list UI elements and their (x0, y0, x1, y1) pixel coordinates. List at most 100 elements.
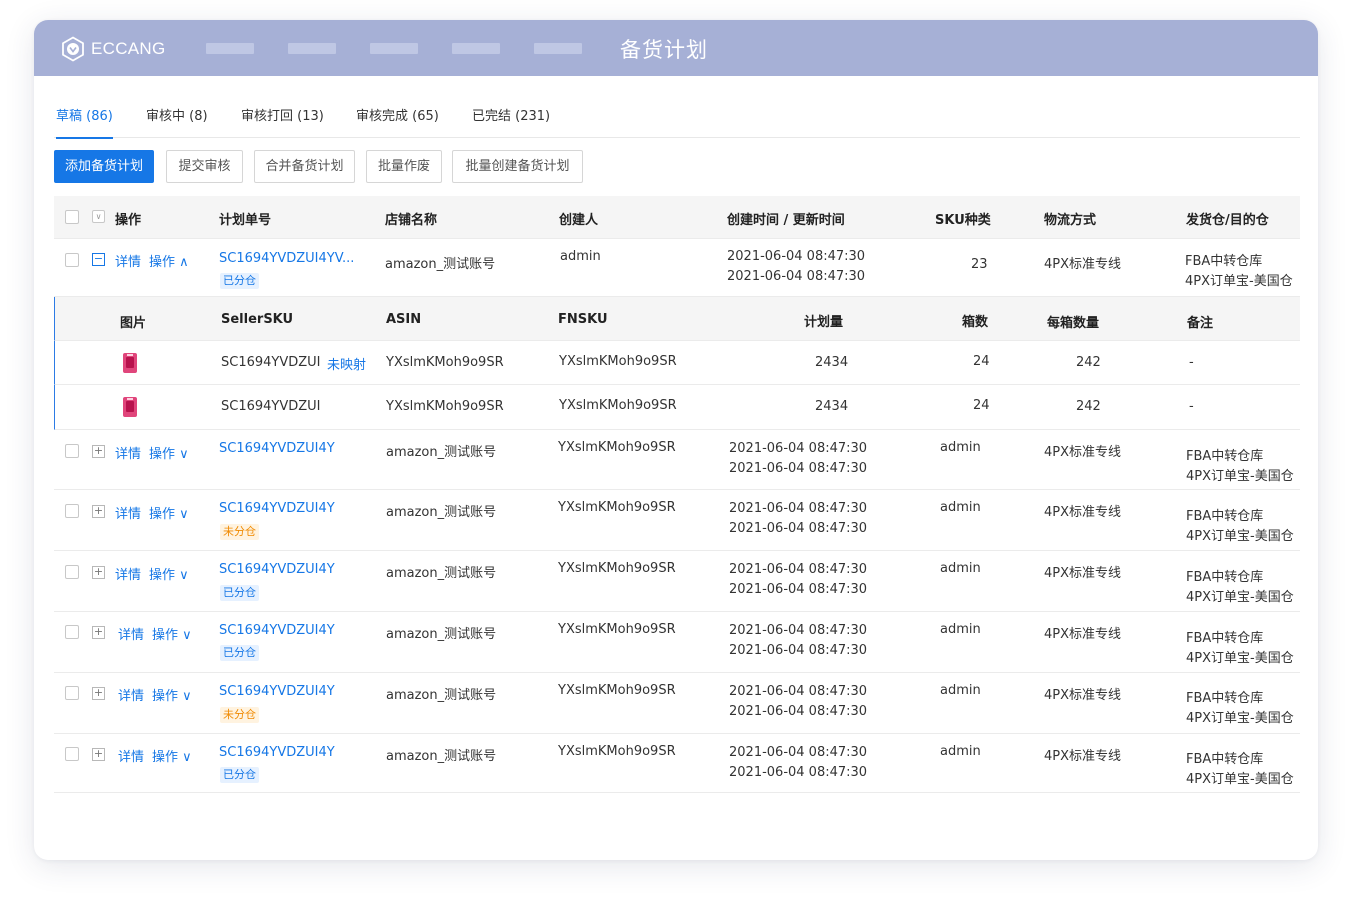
collapse-icon[interactable]: − (92, 253, 105, 266)
warehouse-to: 4PX订单宝-美国仓 (1186, 469, 1294, 484)
detail-link[interactable]: 详情 (115, 443, 141, 462)
brand-name: ECCANG (91, 39, 166, 58)
sub-table-row: SC1694YVDZUI YXslmKMoh9o9SR YXslmKMoh9o9… (54, 385, 1300, 430)
detail-link[interactable]: 详情 (115, 503, 141, 522)
expand-icon[interactable]: + (92, 566, 105, 579)
nav-item-placeholder[interactable] (452, 43, 500, 54)
sub-col-seller-sku: SellerSKU (221, 312, 294, 327)
warehouse-to: 4PX订单宝-美国仓 (1186, 529, 1294, 544)
table-row[interactable]: + 详情 操作 ∨ SC1694YVDZUI4Y amazon_测试账号 YXs… (54, 430, 1300, 490)
brand-logo[interactable]: ECCANG (60, 36, 166, 62)
status-badge: 已分仓 (220, 585, 259, 601)
operate-dropdown[interactable]: 操作 ∨ (152, 746, 192, 765)
nav-item-placeholder[interactable] (370, 43, 418, 54)
nav-item-placeholder[interactable] (288, 43, 336, 54)
boxes: 24 (973, 354, 990, 369)
sku: YXslmKMoh9o9SR (558, 683, 676, 698)
row-checkbox[interactable] (65, 686, 79, 700)
detail-link[interactable]: 详情 (118, 746, 144, 765)
created-time: 2021-06-04 08:47:30 (729, 441, 868, 456)
status-badge: 已分仓 (220, 767, 259, 783)
logistics: 4PX标准专线 (1044, 445, 1122, 460)
merge-plan-button[interactable]: 合并备货计划 (254, 150, 355, 183)
table-row[interactable]: + 详情 操作 ∨ SC1694YVDZUI4Y 未分仓 amazon_测试账号… (54, 673, 1300, 734)
warehouse-to: 4PX订单宝-美国仓 (1185, 274, 1293, 289)
status-badge: 未分仓 (220, 524, 259, 540)
creator: admin (940, 500, 981, 515)
plan-no-link[interactable]: SC1694YVDZUI4YV... (219, 251, 354, 266)
plan-no-link[interactable]: SC1694YVDZUI4Y (219, 684, 335, 699)
expand-icon[interactable]: + (92, 748, 105, 761)
per-box: 242 (1076, 399, 1101, 414)
expand-icon[interactable]: + (92, 687, 105, 700)
detail-link[interactable]: 详情 (118, 624, 144, 643)
batch-void-button[interactable]: 批量作废 (366, 150, 442, 183)
sku: YXslmKMoh9o9SR (558, 622, 676, 637)
plan-no-link[interactable]: SC1694YVDZUI4Y (219, 623, 335, 638)
sub-col-plan-qty: 计划量 (804, 315, 844, 330)
top-bar: ECCANG 备货计划 (34, 20, 1318, 76)
table-row[interactable]: + 详情 操作 ∨ SC1694YVDZUI4Y 未分仓 amazon_测试账号… (54, 490, 1300, 551)
expand-icon[interactable]: + (92, 626, 105, 639)
tab-draft[interactable]: 草稿 (86) (56, 106, 113, 139)
operate-dropdown[interactable]: 操作 ∨ (149, 443, 189, 462)
status-badge: 已分仓 (220, 273, 259, 289)
warehouse-from: FBA中转仓库 (1186, 449, 1264, 464)
store-name: amazon_测试账号 (386, 749, 497, 764)
col-plan-no: 计划单号 (219, 213, 272, 228)
operate-dropdown[interactable]: 操作 ∨ (149, 503, 189, 522)
fnsku: YXslmKMoh9o9SR (559, 398, 677, 413)
nav-item-placeholder[interactable] (206, 43, 254, 54)
col-logistics: 物流方式 (1044, 213, 1097, 228)
detail-link[interactable]: 详情 (115, 251, 141, 270)
col-ops: 操作 (115, 213, 142, 228)
product-image[interactable] (122, 396, 138, 418)
add-plan-button[interactable]: 添加备货计划 (54, 150, 154, 183)
row-checkbox[interactable] (65, 504, 79, 518)
tab-rejected[interactable]: 审核打回 (13) (241, 106, 324, 138)
creator: admin (560, 249, 601, 264)
operate-dropdown[interactable]: 操作 ∨ (149, 564, 189, 583)
product-image[interactable] (122, 352, 138, 374)
table-row[interactable]: + 详情 操作 ∨ SC1694YVDZUI4Y 已分仓 amazon_测试账号… (54, 734, 1300, 793)
status-badge: 已分仓 (220, 645, 259, 661)
row-checkbox[interactable] (65, 253, 79, 267)
creator: admin (940, 683, 981, 698)
detail-link[interactable]: 详情 (115, 564, 141, 583)
detail-link[interactable]: 详情 (118, 685, 144, 704)
batch-create-button[interactable]: 批量创建备货计划 (452, 150, 583, 183)
submit-review-button[interactable]: 提交审核 (166, 150, 243, 183)
creator: admin (940, 622, 981, 637)
store-name: amazon_测试账号 (386, 445, 497, 460)
row-checkbox[interactable] (65, 444, 79, 458)
plan-no-link[interactable]: SC1694YVDZUI4Y (219, 562, 335, 577)
tab-approved[interactable]: 审核完成 (65) (356, 106, 439, 138)
plan-no-link[interactable]: SC1694YVDZUI4Y (219, 501, 335, 516)
row-checkbox[interactable] (65, 625, 79, 639)
plan-no-link[interactable]: SC1694YVDZUI4Y (219, 441, 335, 456)
nav-item-placeholder[interactable] (534, 43, 582, 54)
page-title: 备货计划 (620, 38, 708, 62)
updated-time: 2021-06-04 08:47:30 (729, 521, 868, 536)
app-window: ECCANG 备货计划 草稿 (86) 审核中 (8) 审核打回 (13) 审核… (34, 20, 1318, 860)
operate-dropdown[interactable]: 操作 ∧ (149, 251, 189, 270)
tab-completed[interactable]: 已完结 (231) (472, 106, 550, 138)
unmapped-link[interactable]: 未映射 (327, 354, 366, 373)
chevron-down-icon[interactable]: ∨ (92, 210, 105, 223)
note: - (1189, 399, 1194, 414)
table-row-expanded[interactable]: − 详情 操作 ∧ SC1694YVDZUI4YV... 已分仓 amazon_… (54, 239, 1300, 297)
operate-dropdown[interactable]: 操作 ∨ (152, 624, 192, 643)
select-all-checkbox[interactable] (65, 210, 79, 224)
row-checkbox[interactable] (65, 747, 79, 761)
store-name: amazon_测试账号 (385, 257, 496, 272)
plan-no-link[interactable]: SC1694YVDZUI4Y (219, 745, 335, 760)
table-row[interactable]: + 详情 操作 ∨ SC1694YVDZUI4Y 已分仓 amazon_测试账号… (54, 612, 1300, 673)
operate-dropdown[interactable]: 操作 ∨ (152, 685, 192, 704)
warehouse-from: FBA中转仓库 (1186, 570, 1264, 585)
table-row[interactable]: + 详情 操作 ∨ SC1694YVDZUI4Y 已分仓 amazon_测试账号… (54, 551, 1300, 612)
tab-reviewing[interactable]: 审核中 (8) (146, 106, 208, 138)
created-time: 2021-06-04 08:47:30 (729, 684, 868, 699)
expand-icon[interactable]: + (92, 505, 105, 518)
expand-icon[interactable]: + (92, 445, 105, 458)
row-checkbox[interactable] (65, 565, 79, 579)
